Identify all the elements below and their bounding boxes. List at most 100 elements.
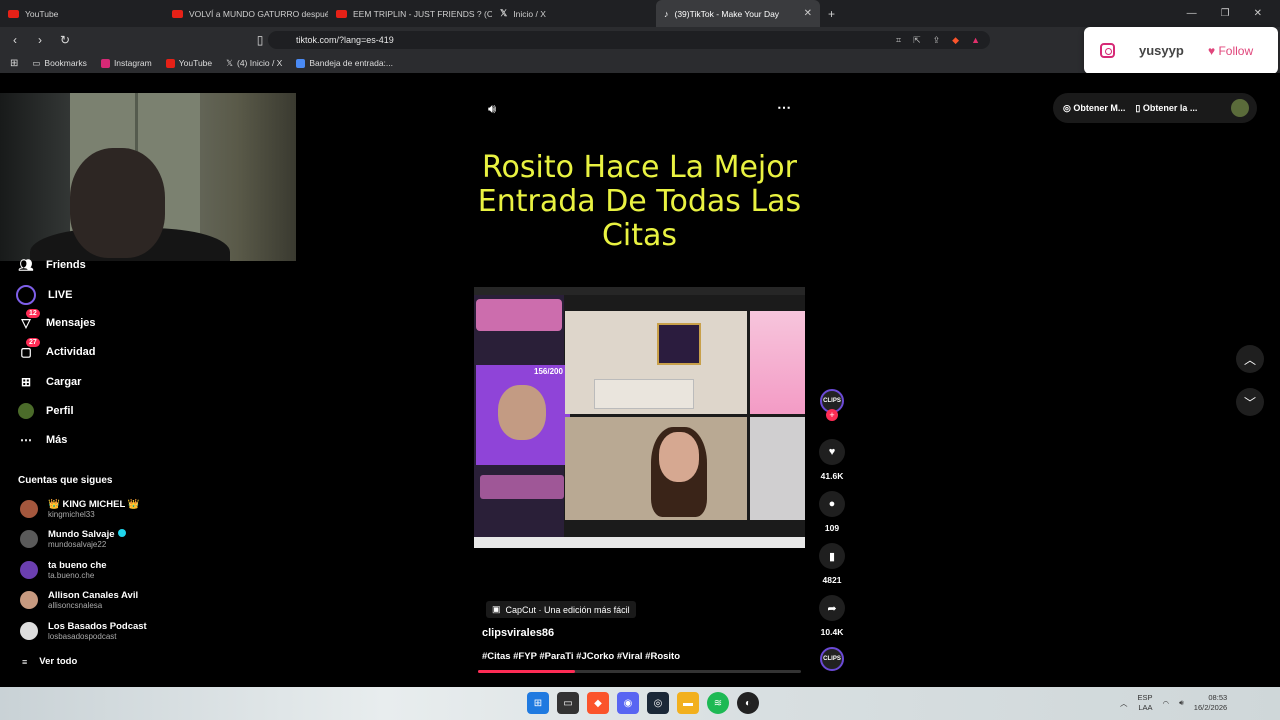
clock[interactable]: 08:53 16/2/2026 [1194,693,1227,713]
translate-icon[interactable]: ⌗ [896,35,901,46]
brave-shield-icon[interactable]: ◆ [952,35,959,46]
bookmark-gmail[interactable]: Bandeja de entrada:... [296,58,393,68]
close-icon[interactable]: ✕ [804,8,812,19]
wifi-icon[interactable]: ◠ [1163,699,1170,708]
progress-fill [478,670,575,673]
avatar [20,500,38,518]
get-app-button[interactable]: ◎ Obtener M... [1063,103,1125,114]
bookmark-x[interactable]: 𝕏 (4) Inicio / X [226,58,282,69]
creator-avatar-button[interactable]: CLIPS + [818,389,846,421]
bookmark-folder[interactable]: ▭ Bookmarks [32,58,87,69]
youtube-icon [336,9,347,18]
more-options-icon[interactable]: ⋯ [777,99,791,116]
capcut-label: CapCut · Una edición más fácil [505,604,630,615]
comment-count: 109 [824,523,840,533]
discord-icon[interactable]: ◉ [617,692,639,714]
open-external-icon[interactable]: ⇱ [913,35,921,46]
sound-disc: CLIPS [820,647,844,671]
like-button[interactable]: ♥ 41.6K [818,439,846,481]
heart-icon: ♥ [819,439,845,465]
upload-icon: ⊞ [20,375,32,389]
see-all-link[interactable]: ≡ Ver todo [22,656,77,667]
sidebar-item-profile[interactable]: Perfil [18,403,74,419]
bookmark-label: Bookmarks [44,58,87,68]
avatar [20,591,38,609]
sidebar-item-more[interactable]: ⋯ Más [18,432,67,448]
get-desktop-button[interactable]: ▯ Obtener la ... [1135,103,1197,114]
webcam-overlay [0,93,296,261]
webcam-person-head [70,148,165,258]
obs-icon[interactable]: ◐ [737,692,759,714]
spotify-icon[interactable]: ≋ [707,692,729,714]
comment-button[interactable]: ● 109 [818,491,846,533]
volume-icon[interactable]: 🔊︎ [488,101,496,117]
minimize-icon[interactable]: — [1187,8,1197,19]
language-indicator[interactable]: ESP LAA [1138,693,1153,713]
capcut-tag[interactable]: ▣ CapCut · Una edición más fácil [486,601,636,618]
get-desktop-label: Obtener la ... [1142,102,1198,113]
task-view-icon[interactable]: ▭ [557,692,579,714]
following-item[interactable]: Los Basados Podcast losbasadospodcast [20,621,147,641]
mail-icon [296,58,306,68]
brave-icon[interactable]: ◆ [587,692,609,714]
volume-tray-icon[interactable]: 🔊︎ [1179,698,1184,708]
follow-button[interactable]: ♥ Follow [1208,44,1253,58]
video-progress-bar[interactable] [478,670,801,673]
chevron-up-icon[interactable]: ︿ [1120,698,1128,709]
activity-badge: 27 [26,338,40,347]
following-name: ta bueno che [48,560,107,571]
share-button[interactable]: ➦ 10.4K [818,595,846,637]
following-handle: ta.bueno.che [48,571,95,580]
youtube-icon [8,9,19,18]
previous-video-button[interactable]: ︿ [1236,345,1264,373]
bookmark-page-icon[interactable]: ▯ [250,33,270,47]
back-icon[interactable]: ‹ [5,33,25,47]
url-text: tiktok.com/?lang=es-419 [296,35,394,45]
tab-tiktok[interactable]: ♪ (39)TikTok - Make Your Day ✕ [656,0,820,27]
user-avatar[interactable] [1231,99,1249,117]
apps-grid-icon[interactable]: ⊞ [10,58,18,69]
maximize-icon[interactable]: ❐ [1221,8,1230,19]
following-item[interactable]: Allison Canales Avil allisoncsnalesa [20,590,138,610]
tab-triplin[interactable]: EEM TRIPLIN - JUST FRIENDS ? (OFF… [328,0,492,27]
next-video-button[interactable]: ﹀ [1236,388,1264,416]
bookmark-instagram[interactable]: Instagram [100,58,152,68]
x-icon: 𝕏 [226,57,233,68]
brave-rewards-icon[interactable]: ▲ [971,35,980,46]
sidebar-item-upload[interactable]: ⊞ Cargar [18,374,82,390]
following-item[interactable]: 👑 KING MICHEL 👑 kingmichel33 [20,499,140,519]
tab-x-inicio[interactable]: 𝕏 Inicio / X [492,0,656,27]
taskbar-apps: ⊞ ▭ ◆ ◉ ◎ ▬ ≋ ◐ [527,692,759,714]
bookmark-youtube[interactable]: YouTube [165,58,212,68]
save-button[interactable]: ▮ 4821 [818,543,846,585]
following-item[interactable]: ta bueno che ta.bueno.che [20,560,107,580]
reload-icon[interactable]: ↻ [55,33,75,47]
windows-start-icon[interactable]: ⊞ [527,692,549,714]
tab-youtube[interactable]: YouTube [0,0,164,27]
sidebar-item-messages[interactable]: ▽ 12 Mensajes [18,309,96,331]
verified-icon [117,529,126,537]
close-window-icon[interactable]: ✕ [1254,8,1262,19]
window-controls: — ❐ ✕ [1187,8,1280,19]
forward-icon[interactable]: › [30,33,50,47]
tab-label: (39)TikTok - Make Your Day [674,8,780,19]
sidebar-item-friends[interactable]: 👥︎ Friends [18,257,85,273]
share-icon[interactable]: ⇪ [933,35,941,46]
video-hashtags[interactable]: #Citas #FYP #ParaTi #JCorko #Viral #Rosi… [482,651,680,662]
video-author[interactable]: clipsvirales86 [482,627,554,639]
new-tab-button[interactable]: + [820,0,843,27]
url-field[interactable]: tiktok.com/?lang=es-419 ⌗ ⇱ ⇪ ◆ ▲ [268,31,990,49]
file-explorer-icon[interactable]: ▬ [677,692,699,714]
sidebar-item-live[interactable]: LIVE [16,285,72,305]
sound-button[interactable]: CLIPS [818,647,846,671]
follow-plus-icon[interactable]: + [826,409,838,421]
steam-icon[interactable]: ◎ [647,692,669,714]
tab-mundo-gaturro[interactable]: VOLVÍ a MUNDO GATURRO despué… [164,0,328,27]
following-handle: mundosalvaje22 [48,540,107,549]
video-player[interactable]: 🔊︎ ⋯ Rosito Hace La Mejor Entrada De Tod… [474,93,805,673]
more-icon: ⋯ [20,433,32,447]
sidebar-item-activity[interactable]: ▢ 27 Actividad [18,338,96,360]
folder-icon: ▭ [32,57,41,68]
following-item[interactable]: Mundo Salvaje mundosalvaje22 [20,529,126,549]
empty-cam [750,417,805,520]
